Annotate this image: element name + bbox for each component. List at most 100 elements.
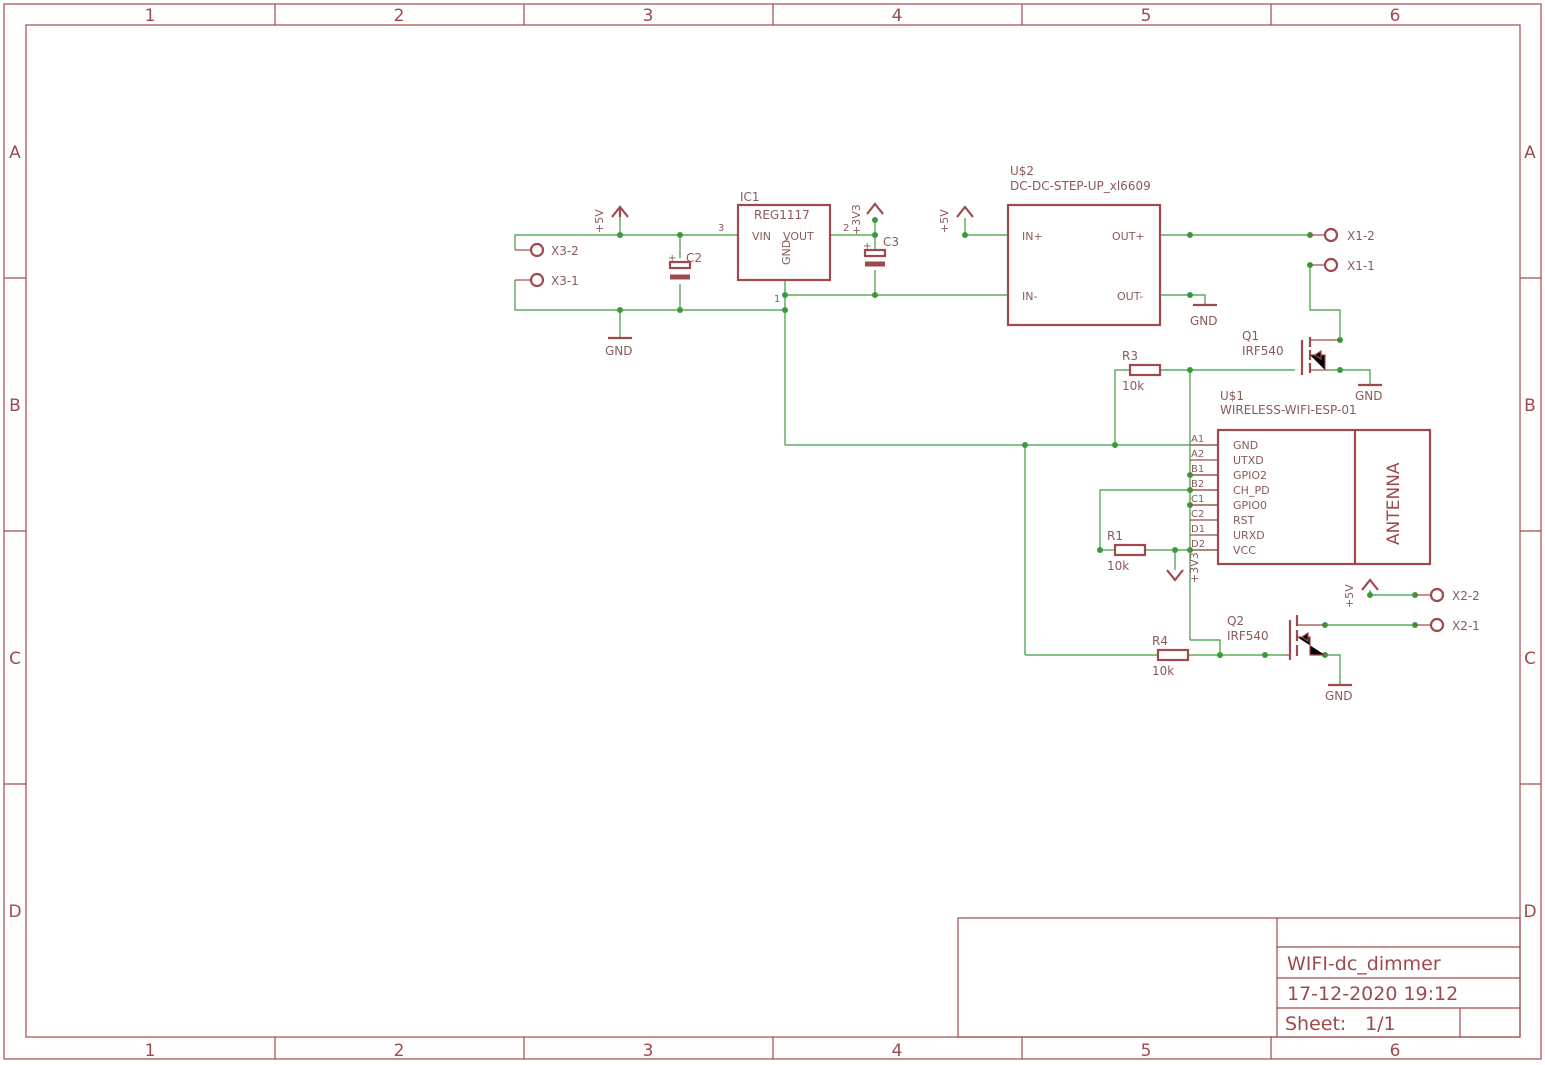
row-label: A (1524, 143, 1536, 163)
col-label: 3 (643, 6, 654, 26)
title-block: WIFI-dc_dimmer 17-12-2020 19:12 Sheet: 1… (957, 917, 1521, 1038)
pin-label: GND (780, 240, 793, 265)
regulator-ic1: IC1 REG1117 VIN VOUT GND 3 2 1 (718, 190, 849, 305)
row-label: B (9, 396, 21, 416)
part-value: REG1117 (754, 208, 810, 222)
pin-label: IN- (1022, 290, 1037, 303)
row-ruler-right: A B C D (1523, 143, 1536, 922)
col-label: 6 (1390, 1041, 1401, 1061)
row-label: D (8, 902, 21, 922)
net-label-gnd: GND (1190, 314, 1218, 328)
part-ref: Q1 (1242, 329, 1259, 343)
part-ref: R4 (1152, 634, 1168, 648)
net-label-5v: +5V (593, 209, 606, 233)
col-label: 1 (145, 1041, 156, 1061)
part-ref: R3 (1122, 349, 1138, 363)
supply-3v3-esp: +3V3 (1166, 552, 1201, 583)
pin-label: IN+ (1022, 230, 1043, 243)
connector-x3-2: X3-2 (515, 242, 579, 258)
drawing-title: WIFI-dc_dimmer (1287, 953, 1441, 975)
ground-symbol-q2: GND (1325, 683, 1353, 703)
net-label-3v3: +3V3 (850, 204, 863, 235)
connector-x1-1: X1-1 (1310, 257, 1375, 273)
part-value: DC-DC-STEP-UP_xl6609 (1010, 179, 1151, 193)
sheet-label: Sheet: (1285, 1013, 1346, 1035)
row-label: A (9, 143, 21, 163)
part-ref: IC1 (740, 190, 760, 204)
pin-label: UTXD (1233, 454, 1264, 467)
capacitor-c3: + C3 (863, 235, 899, 267)
cap-ref: C3 (883, 235, 899, 249)
svg-text:+: + (863, 241, 871, 252)
row-label: B (1524, 396, 1536, 416)
connector-x1-2: X1-2 (1310, 227, 1375, 243)
part-value: 10k (1152, 664, 1174, 678)
net-label-3v3: +3V3 (1188, 552, 1201, 583)
pin-number: 2 (843, 223, 849, 234)
ground-symbol-q1: GND (1355, 383, 1383, 403)
cap-ref: C2 (686, 251, 702, 265)
mosfet-q2: Q2 IRF540 (1227, 614, 1325, 660)
row-label: C (9, 649, 21, 669)
row-label: C (1524, 649, 1536, 669)
pin-label: VCC (1233, 544, 1256, 557)
pin-label: VIN (752, 230, 771, 243)
resistor-r1: R1 10k (1107, 529, 1147, 573)
col-label: 2 (394, 6, 405, 26)
sheet-number: 1/1 (1365, 1013, 1396, 1035)
pin-label: GND (1233, 439, 1258, 452)
pin-label: RST (1233, 514, 1255, 527)
net-label-gnd: GND (1325, 689, 1353, 703)
col-label: 4 (892, 6, 903, 26)
pin-number: 3 (718, 223, 724, 234)
antenna-label: ANTENNA (1384, 462, 1404, 545)
mosfet-q1: Q1 IRF540 (1242, 329, 1340, 375)
pin-label: URXD (1233, 529, 1265, 542)
net-label-5v: +5V (1343, 584, 1356, 608)
part-ref: U$2 (1010, 164, 1034, 178)
pin-number: 1 (774, 294, 780, 305)
col-label: 3 (643, 1041, 654, 1061)
pin-label: OUT+ (1112, 230, 1145, 243)
col-label: 5 (1141, 6, 1152, 26)
col-label: 5 (1141, 1041, 1152, 1061)
connector-label: X1-2 (1347, 229, 1375, 243)
row-ruler-left: A B C D (8, 143, 21, 922)
col-label: 6 (1390, 6, 1401, 26)
ground-symbol-left: GND (605, 336, 633, 358)
col-label: 1 (145, 6, 156, 26)
part-ref: R1 (1107, 529, 1123, 543)
part-ref: Q2 (1227, 614, 1244, 628)
drawing-frame (3, 3, 1542, 1060)
part-value: 10k (1122, 379, 1144, 393)
connector-label: X2-2 (1452, 589, 1480, 603)
schematic-sheet: 1 2 3 4 5 6 1 2 3 4 5 6 A B C D A B C D … (3, 3, 1542, 1061)
net-label-5v: +5V (938, 209, 951, 233)
pin-number: D2 (1191, 539, 1205, 550)
drawing-date: 17-12-2020 19:12 (1287, 983, 1458, 1005)
dcdc-module-u2: U$2 DC-DC-STEP-UP_xl6609 IN+ IN- OUT+ OU… (1006, 164, 1162, 327)
supply-5v-dcdc: +5V (938, 205, 974, 233)
net-label-gnd: GND (1355, 389, 1383, 403)
pin-number: A1 (1191, 434, 1204, 445)
resistor-r4: R4 10k (1152, 634, 1190, 678)
capacitor-c2: + C2 (668, 251, 702, 280)
pin-label: GPIO2 (1233, 469, 1267, 482)
connector-label: X3-2 (551, 244, 579, 258)
esp01-module-u1: U$1 WIRELESS-WIFI-ESP-01 ANTENNA GND UTX… (1190, 389, 1432, 566)
col-label: 4 (892, 1041, 903, 1061)
pin-label: GPIO0 (1233, 499, 1267, 512)
supply-3v3-reg: +3V3 (850, 202, 884, 235)
row-label: D (1523, 902, 1536, 922)
part-value: 10k (1107, 559, 1129, 573)
connector-x2-2: X2-2 (1415, 587, 1480, 603)
svg-text:+: + (668, 253, 676, 264)
ground-symbol-dcdc: GND (1190, 303, 1218, 328)
pin-number: C1 (1191, 494, 1204, 505)
connector-label: X3-1 (551, 274, 579, 288)
part-value: WIRELESS-WIFI-ESP-01 (1220, 403, 1357, 417)
part-value: IRF540 (1227, 629, 1269, 643)
connector-x3-1: X3-1 (515, 272, 579, 288)
col-label: 2 (394, 1041, 405, 1061)
wires (514, 215, 1415, 685)
